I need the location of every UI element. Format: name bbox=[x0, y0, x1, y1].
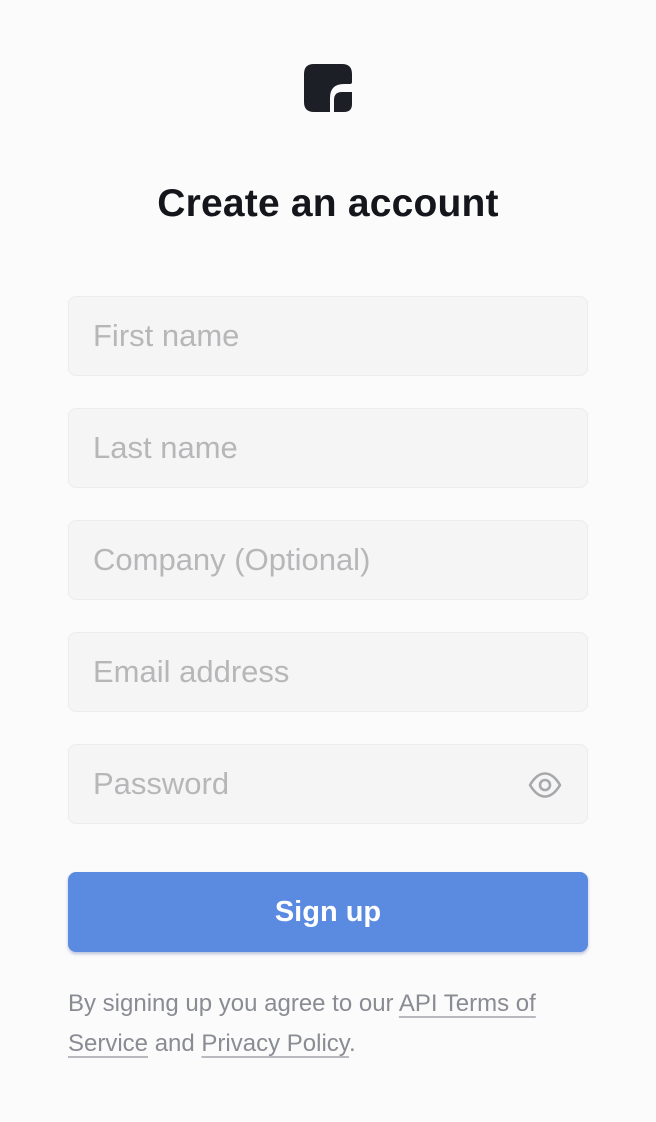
terms-prefix: By signing up you agree to our bbox=[68, 990, 399, 1017]
terms-suffix: . bbox=[349, 1030, 356, 1057]
email-field-container bbox=[68, 632, 588, 712]
last-name-field-container bbox=[68, 408, 588, 488]
brand-logo-icon bbox=[304, 64, 352, 112]
company-field-container bbox=[68, 520, 588, 600]
email-input[interactable] bbox=[69, 633, 587, 711]
company-input[interactable] bbox=[69, 521, 587, 599]
privacy-policy-link[interactable]: Privacy Policy bbox=[201, 1030, 349, 1057]
password-field-container bbox=[68, 744, 588, 824]
sign-up-button[interactable]: Sign up bbox=[68, 872, 588, 952]
signup-page: Create an account Sign up By signing up … bbox=[0, 0, 656, 1122]
last-name-input[interactable] bbox=[69, 409, 587, 487]
page-title: Create an account bbox=[157, 182, 499, 225]
first-name-field-container bbox=[68, 296, 588, 376]
terms-middle: and bbox=[148, 1030, 202, 1057]
terms-notice: By signing up you agree to our API Terms… bbox=[68, 984, 598, 1064]
password-input[interactable] bbox=[69, 745, 587, 823]
eye-icon[interactable] bbox=[527, 767, 563, 803]
first-name-input[interactable] bbox=[69, 297, 587, 375]
